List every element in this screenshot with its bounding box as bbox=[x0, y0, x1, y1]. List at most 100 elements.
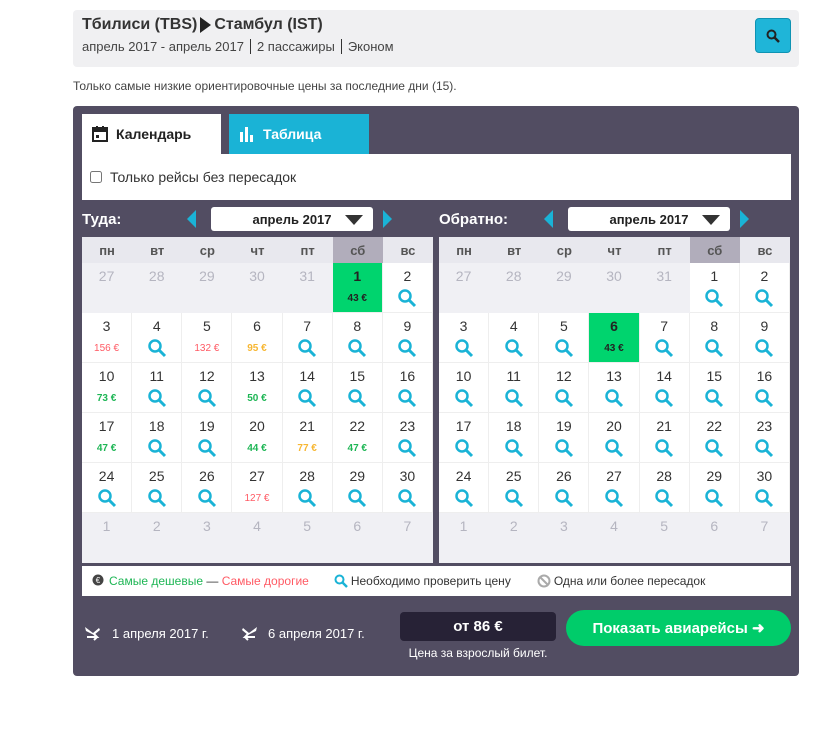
day-cell[interactable]: 1 43 € bbox=[332, 263, 383, 313]
day-cell[interactable]: 12 bbox=[182, 363, 233, 413]
day-cell[interactable]: 5 bbox=[539, 313, 590, 363]
search-icon[interactable] bbox=[397, 288, 417, 308]
day-cell[interactable]: 8 bbox=[332, 313, 383, 363]
day-cell[interactable]: 6 95 € bbox=[232, 313, 283, 363]
search-icon[interactable] bbox=[454, 438, 474, 458]
search-icon[interactable] bbox=[147, 338, 167, 358]
tab-table[interactable]: Таблица bbox=[229, 114, 369, 154]
day-cell[interactable]: 14 bbox=[282, 363, 333, 413]
search-icon[interactable] bbox=[654, 388, 674, 408]
search-icon[interactable] bbox=[197, 388, 217, 408]
day-cell[interactable]: 12 bbox=[539, 363, 590, 413]
search-icon[interactable] bbox=[704, 488, 724, 508]
day-cell[interactable]: 15 bbox=[332, 363, 383, 413]
day-cell[interactable]: 21 bbox=[639, 413, 690, 463]
search-icon[interactable] bbox=[147, 488, 167, 508]
day-cell[interactable]: 7 bbox=[639, 313, 690, 363]
direct-flights-checkbox[interactable] bbox=[90, 171, 102, 183]
day-cell[interactable]: 23 bbox=[382, 413, 433, 463]
day-cell[interactable]: 25 bbox=[489, 463, 540, 513]
day-cell[interactable]: 24 bbox=[439, 463, 490, 513]
search-icon[interactable] bbox=[197, 438, 217, 458]
search-icon[interactable] bbox=[604, 438, 624, 458]
day-cell[interactable]: 28 bbox=[639, 463, 690, 513]
day-cell[interactable]: 16 bbox=[739, 363, 790, 413]
search-icon[interactable] bbox=[97, 488, 117, 508]
search-icon[interactable] bbox=[147, 388, 167, 408]
day-cell[interactable]: 27 127 € bbox=[232, 463, 283, 513]
search-icon[interactable] bbox=[654, 338, 674, 358]
day-cell[interactable]: 4 bbox=[489, 313, 540, 363]
day-cell[interactable]: 16 bbox=[382, 363, 433, 413]
show-flights-button[interactable]: Показать авиарейсы ➜ bbox=[566, 610, 791, 646]
search-icon[interactable] bbox=[397, 438, 417, 458]
day-cell[interactable]: 3 156 € bbox=[82, 313, 133, 363]
day-cell[interactable]: 18 bbox=[489, 413, 540, 463]
day-cell[interactable]: 18 bbox=[132, 413, 183, 463]
search-icon[interactable] bbox=[297, 388, 317, 408]
day-cell[interactable]: 13 50 € bbox=[232, 363, 283, 413]
search-icon[interactable] bbox=[754, 438, 774, 458]
day-cell[interactable]: 17 47 € bbox=[82, 413, 133, 463]
day-cell[interactable]: 20 44 € bbox=[232, 413, 283, 463]
day-cell[interactable]: 24 bbox=[82, 463, 133, 513]
day-cell[interactable]: 6 43 € bbox=[589, 313, 640, 363]
search-icon[interactable] bbox=[347, 388, 367, 408]
search-icon[interactable] bbox=[704, 288, 724, 308]
search-icon[interactable] bbox=[554, 338, 574, 358]
search-icon[interactable] bbox=[754, 388, 774, 408]
day-cell[interactable]: 21 77 € bbox=[282, 413, 333, 463]
search-icon[interactable] bbox=[754, 488, 774, 508]
day-cell[interactable]: 10 bbox=[439, 363, 490, 413]
day-cell[interactable]: 15 bbox=[689, 363, 740, 413]
tab-calendar[interactable]: Календарь bbox=[82, 114, 221, 154]
search-icon[interactable] bbox=[504, 438, 524, 458]
day-cell[interactable]: 2 bbox=[382, 263, 433, 313]
day-cell[interactable]: 5 132 € bbox=[182, 313, 233, 363]
search-icon[interactable] bbox=[297, 488, 317, 508]
outbound-month-select[interactable]: апрель 2017 bbox=[211, 207, 373, 231]
search-icon[interactable] bbox=[704, 388, 724, 408]
return-month-select[interactable]: апрель 2017 bbox=[568, 207, 730, 231]
search-icon[interactable] bbox=[197, 488, 217, 508]
search-icon[interactable] bbox=[704, 338, 724, 358]
day-cell[interactable]: 9 bbox=[382, 313, 433, 363]
day-cell[interactable]: 13 bbox=[589, 363, 640, 413]
day-cell[interactable]: 22 bbox=[689, 413, 740, 463]
day-cell[interactable]: 26 bbox=[539, 463, 590, 513]
day-cell[interactable]: 11 bbox=[132, 363, 183, 413]
prev-month-return[interactable] bbox=[544, 210, 553, 228]
search-icon[interactable] bbox=[397, 388, 417, 408]
day-cell[interactable]: 23 bbox=[739, 413, 790, 463]
next-month-return[interactable] bbox=[740, 210, 749, 228]
search-icon[interactable] bbox=[397, 488, 417, 508]
day-cell[interactable]: 22 47 € bbox=[332, 413, 383, 463]
search-icon[interactable] bbox=[297, 338, 317, 358]
day-cell[interactable]: 28 bbox=[282, 463, 333, 513]
search-icon[interactable] bbox=[554, 388, 574, 408]
day-cell[interactable]: 8 bbox=[689, 313, 740, 363]
day-cell[interactable]: 10 73 € bbox=[82, 363, 133, 413]
search-icon[interactable] bbox=[504, 488, 524, 508]
search-icon[interactable] bbox=[147, 438, 167, 458]
day-cell[interactable]: 19 bbox=[539, 413, 590, 463]
search-icon[interactable] bbox=[754, 288, 774, 308]
day-cell[interactable]: 1 bbox=[689, 263, 740, 313]
day-cell[interactable]: 11 bbox=[489, 363, 540, 413]
search-icon[interactable] bbox=[454, 488, 474, 508]
search-icon[interactable] bbox=[347, 488, 367, 508]
search-icon[interactable] bbox=[604, 388, 624, 408]
day-cell[interactable]: 20 bbox=[589, 413, 640, 463]
day-cell[interactable]: 26 bbox=[182, 463, 233, 513]
day-cell[interactable]: 2 bbox=[739, 263, 790, 313]
search-icon[interactable] bbox=[504, 388, 524, 408]
day-cell[interactable]: 14 bbox=[639, 363, 690, 413]
day-cell[interactable]: 29 bbox=[689, 463, 740, 513]
day-cell[interactable]: 30 bbox=[739, 463, 790, 513]
day-cell[interactable]: 25 bbox=[132, 463, 183, 513]
search-icon[interactable] bbox=[654, 438, 674, 458]
search-icon[interactable] bbox=[754, 338, 774, 358]
direct-flights-filter[interactable]: Только рейсы без пересадок bbox=[82, 154, 791, 200]
search-icon[interactable] bbox=[554, 488, 574, 508]
day-cell[interactable]: 7 bbox=[282, 313, 333, 363]
